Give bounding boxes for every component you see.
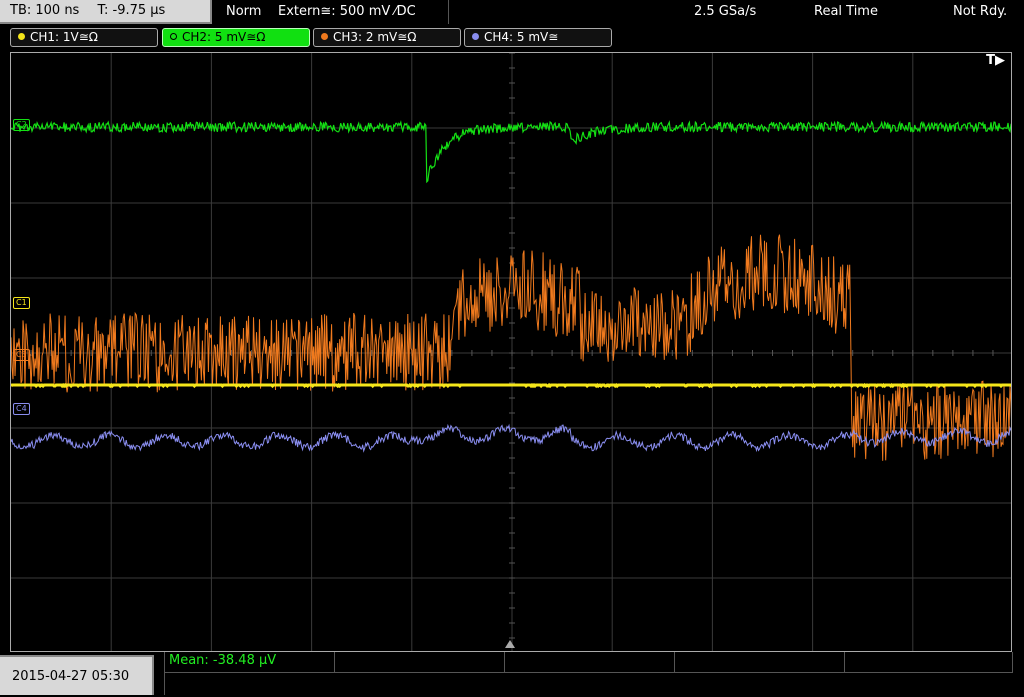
datetime-box: 2015-04-27 05:30 [0,655,154,695]
sample-rate[interactable]: 2.5 GSa/s [694,0,756,24]
measurement-cell[interactable] [335,652,505,672]
trigger-mode: Norm [226,4,262,19]
trigger-time-value: T: -9.75 µs [97,3,166,18]
trigger-time-marker-icon [505,640,515,648]
waveform-canvas [11,53,1011,651]
trigger-position-marker[interactable]: T▶ [986,53,1005,68]
measurement-mean: Mean: -38.48 µV [169,653,277,668]
ch2-color-icon [170,33,177,40]
timebase-value: TB: 100 ns [10,3,80,18]
ch3-offset-marker[interactable]: C3 [13,349,30,361]
ch1-color-icon [18,33,25,40]
channel-tab-ch3[interactable]: CH3: 2 mV≅Ω [313,28,461,47]
ch4-label: CH4: 5 mV≅ [484,30,559,44]
ch2-offset-marker[interactable]: C2 [13,119,30,131]
measurement-cell[interactable]: Mean: -38.48 µV [165,652,335,672]
ch2-label: CH2: 5 mV≅Ω [182,30,266,44]
trigger-source: Extern≅: 500 mV ⁄DC [278,4,416,19]
channel-bar: CH1: 1V≅Ω CH2: 5 mV≅Ω CH3: 2 mV≅Ω CH4: 5… [0,26,1024,48]
channel-tab-ch1[interactable]: CH1: 1V≅Ω [10,28,158,47]
measurement-cell[interactable] [845,652,1013,672]
divider [448,0,449,24]
measurement-cell[interactable] [505,652,675,672]
channel-tab-ch4[interactable]: CH4: 5 mV≅ [464,28,612,47]
channel-tab-ch2[interactable]: CH2: 5 mV≅Ω [162,28,310,47]
ch3-label: CH3: 2 mV≅Ω [333,30,417,44]
ch4-color-icon [472,33,479,40]
ch1-waveform [11,382,1011,389]
datetime-text: 2015-04-27 05:30 [12,669,130,684]
divider [165,672,1013,673]
acquisition-mode[interactable]: Real Time [814,0,878,24]
measurement-cell[interactable] [675,652,845,672]
top-status-bar: TB: 100 ns T: -9.75 µs Norm Extern≅: 500… [0,0,1024,26]
measurement-panel[interactable]: Mean: -38.48 µV [164,652,1013,695]
ch3-color-icon [321,33,328,40]
ch1-offset-marker[interactable]: C1 [13,297,30,309]
waveform-display[interactable]: T▶ C2 C1 C3 C4 [10,52,1012,652]
ch1-label: CH1: 1V≅Ω [30,30,98,44]
ch4-offset-marker[interactable]: C4 [13,403,30,415]
timebase-box[interactable]: TB: 100 ns T: -9.75 µs [0,0,212,24]
run-status: Not Rdy. [953,4,1008,19]
